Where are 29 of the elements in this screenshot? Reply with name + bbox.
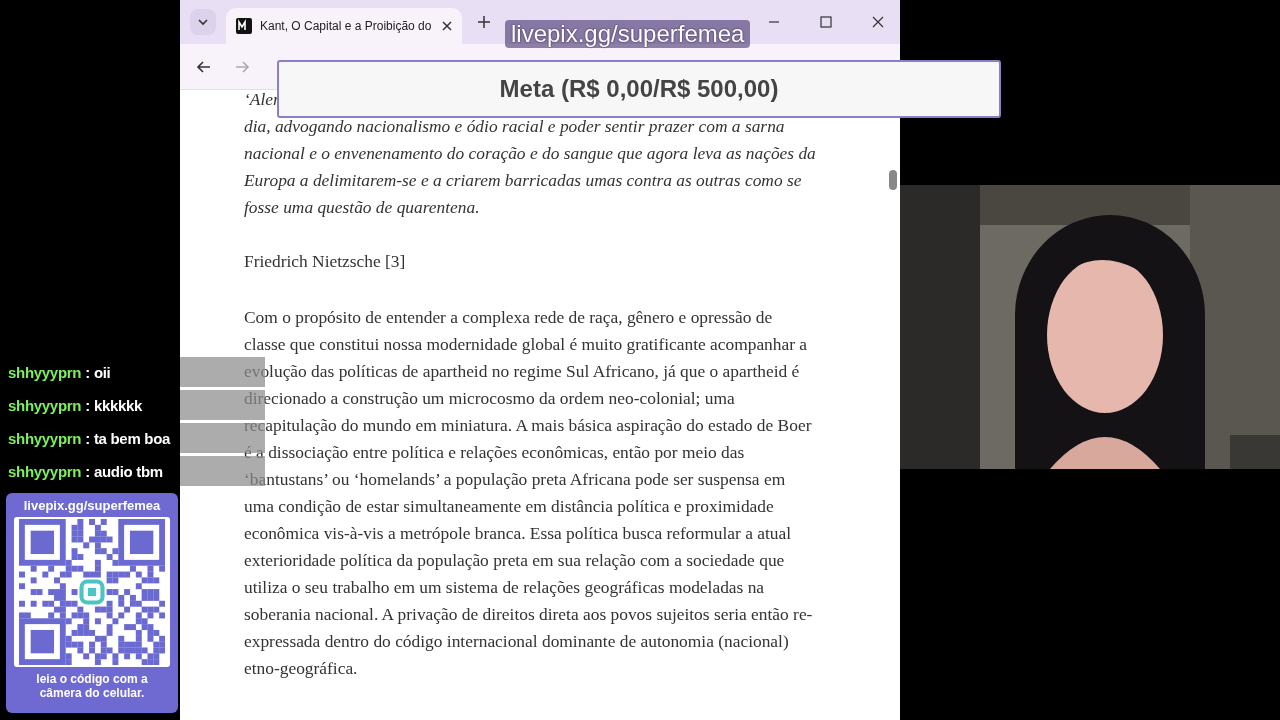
quote-text: dia, advogando nacionalismo e ódio racial e poder sentir prazer com a sarna nacional e o envenenamento do coração e do sangue que agora leva as nações da Europa a delimitarem-se e a criarem barricadas umas contra as outras como se fosse uma questão de quarentena. bbox=[244, 115, 816, 219]
chat-text: kkkkkk bbox=[93, 396, 143, 414]
chat-username: shhyyyprn bbox=[8, 363, 82, 381]
chat-separator: : bbox=[85, 429, 90, 447]
chat-separator: : bbox=[85, 396, 90, 414]
chat-separator: : bbox=[85, 462, 90, 480]
tab-search-button[interactable] bbox=[190, 9, 216, 35]
chat-text: oii bbox=[93, 363, 111, 381]
scrollbar-thumb[interactable] bbox=[889, 170, 897, 190]
chat-username: shhyyyprn bbox=[8, 396, 82, 414]
chat-username: shhyyyprn bbox=[8, 429, 82, 447]
new-tab-icon[interactable] bbox=[478, 16, 490, 28]
site-logo-icon bbox=[236, 18, 252, 34]
chat-text: audio tbm bbox=[93, 462, 163, 480]
browser-tab[interactable]: Kant, O Capital e a Proibição do bbox=[226, 8, 462, 44]
maximize-icon[interactable] bbox=[820, 16, 832, 28]
quote-text: ‘Aler bbox=[244, 88, 280, 111]
close-icon[interactable] bbox=[442, 21, 452, 31]
qr-card-caption: leia o código com a câmera do celular. bbox=[35, 672, 149, 700]
close-icon[interactable] bbox=[872, 16, 884, 28]
chat-text: ta bem boa bbox=[93, 429, 171, 447]
chevron-down-icon bbox=[197, 16, 209, 28]
chat-username: shhyyyprn bbox=[8, 462, 82, 480]
back-icon[interactable] bbox=[196, 58, 212, 75]
quote-attribution: Friedrich Nietzsche [3] bbox=[244, 250, 407, 273]
tab-title: Kant, O Capital e a Proibição do bbox=[260, 19, 433, 33]
chat-separator: : bbox=[85, 363, 90, 381]
donation-goal-banner: Meta (R$ 0,00/R$ 500,00) bbox=[277, 60, 1001, 118]
qr-card-title: livepix.gg/superfemea bbox=[23, 498, 161, 513]
